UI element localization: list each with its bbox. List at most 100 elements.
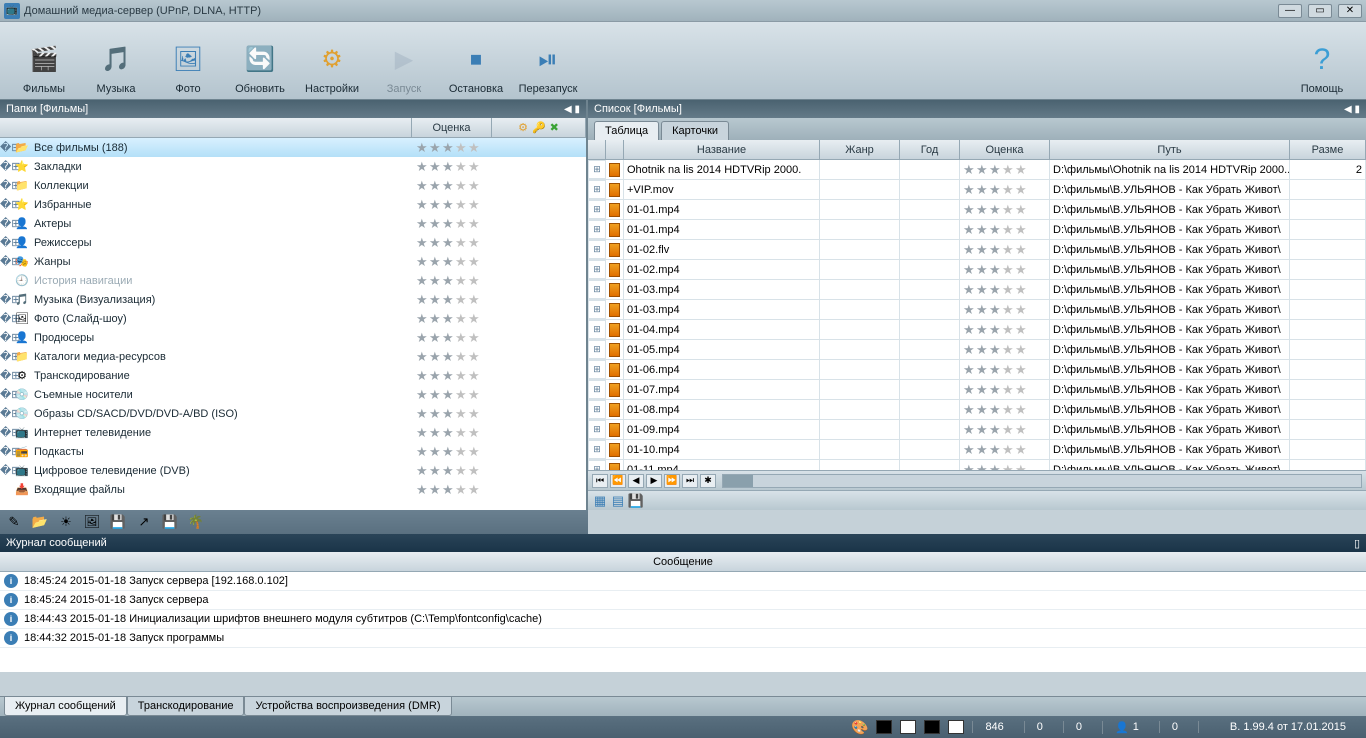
- folder-row[interactable]: �⊞ 👤 Актеры ★★★★★: [0, 214, 586, 233]
- maximize-button[interactable]: ▭: [1308, 4, 1332, 18]
- log-pin-icon[interactable]: ▯: [1354, 537, 1360, 550]
- bottom-tab-1[interactable]: Транскодирование: [127, 697, 245, 716]
- folder-rating[interactable]: ★★★★★: [414, 388, 492, 401]
- log-body[interactable]: i18:45:24 2015-01-18 Запуск сервера [192…: [0, 572, 1366, 672]
- folder-row[interactable]: �⊞ 📺 Интернет телевидение ★★★★★: [0, 423, 586, 442]
- expand-column[interactable]: [588, 140, 606, 159]
- palm-icon[interactable]: 🌴: [188, 514, 204, 530]
- folder-rating[interactable]: ★★★★★: [414, 445, 492, 458]
- genre-column[interactable]: Жанр: [820, 140, 900, 159]
- log-row[interactable]: i18:44:43 2015-01-18 Инициализации шрифт…: [0, 610, 1366, 629]
- folder-rating[interactable]: ★★★★★: [414, 331, 492, 344]
- tool-фото[interactable]: 🖼 Фото: [152, 27, 224, 95]
- folder-rating[interactable]: ★★★★★: [414, 483, 492, 496]
- swatch-white[interactable]: [900, 720, 916, 734]
- expand-icon[interactable]: �⊞: [0, 369, 14, 382]
- year-column[interactable]: Год: [900, 140, 960, 159]
- nav-stop[interactable]: ✱: [700, 474, 716, 488]
- folder-row[interactable]: �⊞ 📁 Каталоги медиа-ресурсов ★★★★★: [0, 347, 586, 366]
- expand-icon[interactable]: �⊞: [0, 198, 14, 211]
- save-icon[interactable]: 💾: [628, 493, 644, 509]
- collapse-arrows-icon[interactable]: ◀ ▮: [564, 104, 580, 115]
- row-rating[interactable]: ★★★★★: [960, 340, 1050, 359]
- row-expand[interactable]: ⊞: [588, 280, 606, 299]
- row-expand[interactable]: ⊞: [588, 320, 606, 339]
- table-scroll[interactable]: [722, 474, 1362, 488]
- tool-фильмы[interactable]: 🎬 Фильмы: [8, 27, 80, 95]
- folder-icon[interactable]: 📂: [32, 514, 48, 530]
- card-icon[interactable]: ▤: [610, 493, 626, 509]
- folder-row[interactable]: 📥 Входящие файлы ★★★★★: [0, 480, 586, 499]
- expand-icon[interactable]: �⊞: [0, 407, 14, 420]
- table-row[interactable]: ⊞ 01-02.flv ★★★★★ D:\фильмы\В.УЛЬЯНОВ - …: [588, 240, 1366, 260]
- table-row[interactable]: ⊞ 01-01.mp4 ★★★★★ D:\фильмы\В.УЛЬЯНОВ - …: [588, 200, 1366, 220]
- disk2-icon[interactable]: 💾: [162, 514, 178, 530]
- folder-rating[interactable]: ★★★★★: [414, 179, 492, 192]
- expand-icon[interactable]: �⊞: [0, 236, 14, 249]
- row-expand[interactable]: ⊞: [588, 200, 606, 219]
- expand-icon[interactable]: �⊞: [0, 179, 14, 192]
- row-expand[interactable]: ⊞: [588, 220, 606, 239]
- tool-обновить[interactable]: 🔄 Обновить: [224, 27, 296, 95]
- expand-icon[interactable]: �⊞: [0, 331, 14, 344]
- table-row[interactable]: ⊞ 01-05.mp4 ★★★★★ D:\фильмы\В.УЛЬЯНОВ - …: [588, 340, 1366, 360]
- log-column-header[interactable]: Сообщение: [0, 552, 1366, 572]
- nav-first[interactable]: ⏮: [592, 474, 608, 488]
- row-rating[interactable]: ★★★★★: [960, 240, 1050, 259]
- table-row[interactable]: ⊞ 01-10.mp4 ★★★★★ D:\фильмы\В.УЛЬЯНОВ - …: [588, 440, 1366, 460]
- view-tab-1[interactable]: Карточки: [661, 121, 729, 140]
- row-rating[interactable]: ★★★★★: [960, 440, 1050, 459]
- sun-icon[interactable]: ☀: [58, 514, 74, 530]
- rating-column[interactable]: Оценка: [960, 140, 1050, 159]
- folder-extra-columns[interactable]: ⚙ 🔑 ✖: [492, 118, 586, 137]
- view-tab-0[interactable]: Таблица: [594, 121, 659, 140]
- folder-name-column[interactable]: [0, 118, 412, 137]
- log-row[interactable]: i18:45:24 2015-01-18 Запуск сервера [192…: [0, 572, 1366, 591]
- folder-row[interactable]: �⊞ 🖼 Фото (Слайд-шоу) ★★★★★: [0, 309, 586, 328]
- folder-row[interactable]: �⊞ 📻 Подкасты ★★★★★: [0, 442, 586, 461]
- color-wheel-icon[interactable]: 🎨: [851, 719, 868, 736]
- tool-настройки[interactable]: ⚙ Настройки: [296, 27, 368, 95]
- tool-остановка[interactable]: ⏹ Остановка: [440, 27, 512, 95]
- swatch-black2[interactable]: [924, 720, 940, 734]
- table-row[interactable]: ⊞ 01-11.mp4 ★★★★★ D:\фильмы\В.УЛЬЯНОВ - …: [588, 460, 1366, 470]
- row-rating[interactable]: ★★★★★: [960, 320, 1050, 339]
- picture-icon[interactable]: 🖼: [84, 514, 100, 530]
- table-row[interactable]: ⊞ 01-07.mp4 ★★★★★ D:\фильмы\В.УЛЬЯНОВ - …: [588, 380, 1366, 400]
- folder-row[interactable]: �⊞ ⭐ Избранные ★★★★★: [0, 195, 586, 214]
- folder-rating[interactable]: ★★★★★: [414, 350, 492, 363]
- nav-prev-page[interactable]: ⏪: [610, 474, 626, 488]
- expand-icon[interactable]: �⊞: [0, 217, 14, 230]
- edit-icon[interactable]: ✎: [6, 514, 22, 530]
- collapse-arrows-icon[interactable]: ◀ ▮: [1344, 104, 1360, 115]
- row-rating[interactable]: ★★★★★: [960, 300, 1050, 319]
- folder-rating[interactable]: ★★★★★: [414, 255, 492, 268]
- tool-музыка[interactable]: 🎵 Музыка: [80, 27, 152, 95]
- expand-icon[interactable]: �⊞: [0, 464, 14, 477]
- folder-rating[interactable]: ★★★★★: [414, 141, 492, 154]
- folder-row[interactable]: �⊞ 📁 Коллекции ★★★★★: [0, 176, 586, 195]
- tool-перезапуск[interactable]: ⏯ Перезапуск: [512, 27, 584, 95]
- folder-row[interactable]: �⊞ 💿 Съемные носители ★★★★★: [0, 385, 586, 404]
- folder-rating[interactable]: ★★★★★: [414, 217, 492, 230]
- row-rating[interactable]: ★★★★★: [960, 360, 1050, 379]
- folder-rating[interactable]: ★★★★★: [414, 274, 492, 287]
- row-rating[interactable]: ★★★★★: [960, 180, 1050, 199]
- close-button[interactable]: ✕: [1338, 4, 1362, 18]
- row-expand[interactable]: ⊞: [588, 260, 606, 279]
- row-expand[interactable]: ⊞: [588, 420, 606, 439]
- folder-row[interactable]: �⊞ 📺 Цифровое телевидение (DVB) ★★★★★: [0, 461, 586, 480]
- folder-rating[interactable]: ★★★★★: [414, 464, 492, 477]
- row-rating[interactable]: ★★★★★: [960, 400, 1050, 419]
- expand-icon[interactable]: �⊟: [0, 141, 14, 154]
- folder-row[interactable]: �⊞ 👤 Режиссеры ★★★★★: [0, 233, 586, 252]
- expand-icon[interactable]: �⊞: [0, 160, 14, 173]
- folder-rating[interactable]: ★★★★★: [414, 236, 492, 249]
- table-row[interactable]: ⊞ 01-06.mp4 ★★★★★ D:\фильмы\В.УЛЬЯНОВ - …: [588, 360, 1366, 380]
- row-rating[interactable]: ★★★★★: [960, 260, 1050, 279]
- folder-row[interactable]: �⊞ ⚙ Транскодирование ★★★★★: [0, 366, 586, 385]
- folder-rating[interactable]: ★★★★★: [414, 312, 492, 325]
- folder-row[interactable]: �⊞ 👤 Продюсеры ★★★★★: [0, 328, 586, 347]
- expand-icon[interactable]: �⊞: [0, 426, 14, 439]
- row-expand[interactable]: ⊞: [588, 240, 606, 259]
